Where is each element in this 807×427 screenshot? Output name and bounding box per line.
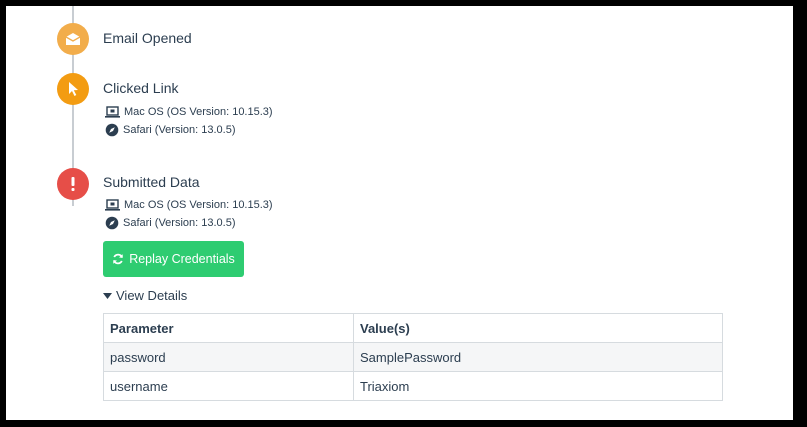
clicked-link-marker (57, 73, 89, 105)
email-opened-marker (57, 23, 89, 55)
replay-credentials-button[interactable]: Replay Credentials (103, 241, 244, 277)
submitted-os-detail: Mac OS (OS Version: 10.15.3) (105, 199, 273, 211)
table-cell-value: Triaxiom (353, 371, 723, 401)
refresh-icon (113, 253, 124, 265)
clicked-browser-detail: Safari (Version: 13.0.5) (105, 123, 236, 137)
laptop-icon (105, 199, 120, 211)
table-cell-value: SamplePassword (353, 342, 723, 372)
mouse-pointer-icon (69, 82, 78, 96)
caret-down-icon (103, 292, 112, 299)
clicked-os-detail: Mac OS (OS Version: 10.15.3) (105, 106, 273, 118)
replay-credentials-label: Replay Credentials (129, 252, 235, 266)
submitted-data-table: Parameter Value(s) password SamplePasswo… (103, 313, 723, 401)
table-row: password SamplePassword (103, 342, 723, 372)
compass-icon (105, 123, 119, 137)
header-parameter: Parameter (103, 313, 354, 343)
submitted-os-text: Mac OS (OS Version: 10.15.3) (124, 199, 273, 211)
table-cell-parameter: password (103, 342, 354, 372)
compass-icon (105, 216, 119, 230)
submitted-data-marker (57, 168, 89, 200)
event-title-clicked-link: Clicked Link (103, 80, 179, 96)
table-row: username Triaxiom (103, 371, 723, 401)
view-details-toggle[interactable]: View Details (103, 288, 187, 303)
view-details-label: View Details (116, 288, 188, 303)
event-title-submitted-data: Submitted Data (103, 174, 200, 190)
clicked-os-text: Mac OS (OS Version: 10.15.3) (124, 106, 273, 118)
timeline-panel: Email Opened Clicked Link Mac OS (OS Ver… (6, 6, 793, 420)
table-header-row: Parameter Value(s) (103, 313, 723, 343)
event-title-email-opened: Email Opened (103, 30, 192, 46)
laptop-icon (105, 106, 120, 118)
submitted-browser-detail: Safari (Version: 13.0.5) (105, 216, 236, 230)
clicked-browser-text: Safari (Version: 13.0.5) (123, 124, 236, 136)
envelope-open-icon (65, 33, 81, 45)
header-values: Value(s) (353, 313, 723, 343)
submitted-browser-text: Safari (Version: 13.0.5) (123, 217, 236, 229)
exclamation-icon (71, 177, 75, 191)
table-cell-parameter: username (103, 371, 354, 401)
